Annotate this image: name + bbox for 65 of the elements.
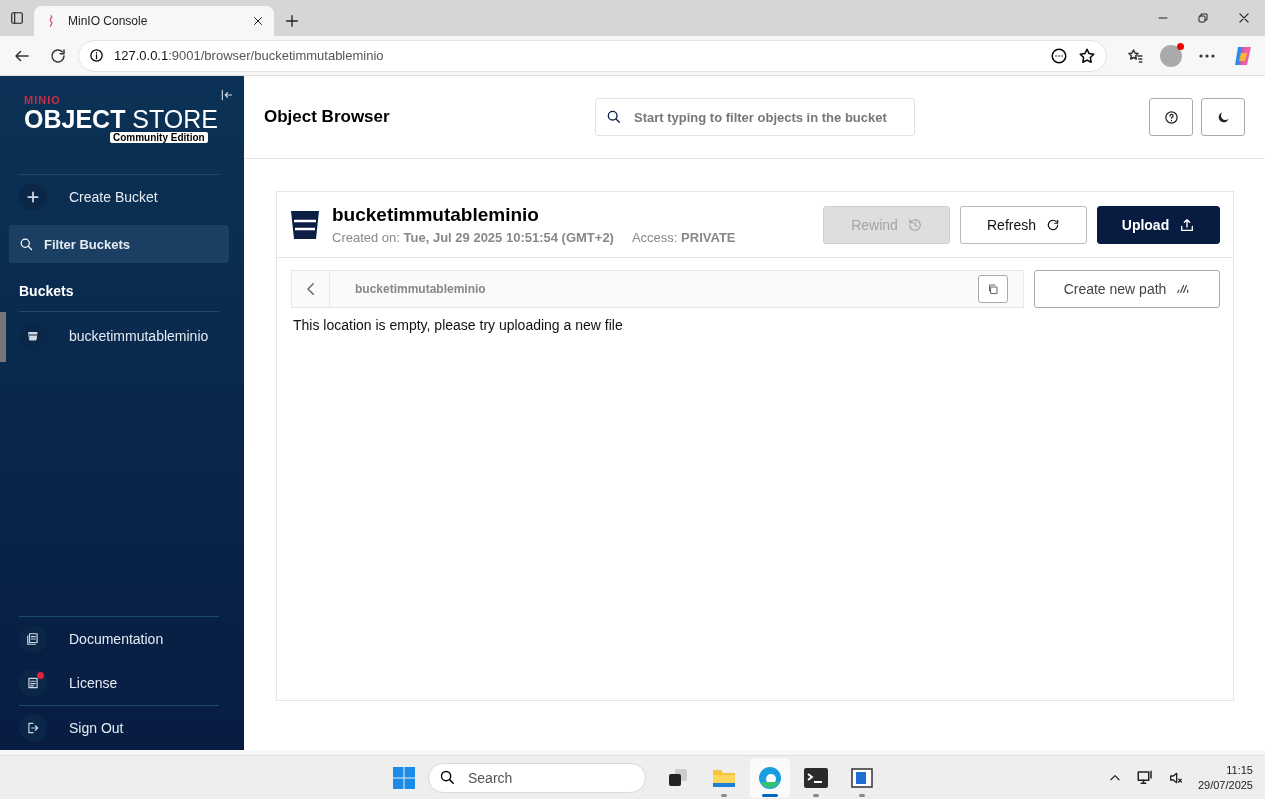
task-view-icon	[667, 766, 689, 789]
search-icon	[439, 769, 456, 786]
address-bar[interactable]: 127.0.0.1:9001/browser/bucketimmutableminio	[78, 39, 1107, 72]
plus-icon	[26, 190, 40, 204]
refresh-icon	[49, 46, 67, 65]
star-icon	[1078, 46, 1096, 65]
plus-icon	[284, 13, 300, 29]
info-icon	[89, 48, 104, 63]
copy-path-button[interactable]	[978, 275, 1008, 303]
copilot-icon	[1232, 44, 1254, 67]
avatar-icon	[1160, 44, 1182, 67]
tab-actions-icon	[10, 11, 24, 25]
help-icon	[1163, 109, 1179, 125]
search-icon	[19, 236, 34, 252]
refresh-button[interactable]: Refresh	[960, 205, 1087, 244]
sign-out-icon	[26, 721, 40, 735]
collapse-icon	[220, 88, 234, 102]
empty-message: This location is empty, please try uploading a new file	[292, 316, 624, 335]
filter-buckets-box[interactable]: Filter Buckets	[9, 225, 229, 263]
help-button[interactable]	[1149, 98, 1193, 136]
close-icon	[252, 15, 264, 27]
collapse-sidebar-button[interactable]	[220, 88, 234, 102]
clock-date: 29/07/2025	[1197, 777, 1253, 793]
edition-badge: Community Edition	[110, 132, 208, 143]
filter-buckets-field[interactable]: Filter Buckets	[42, 235, 212, 253]
clock-time: 11:15	[1226, 762, 1253, 778]
terminal-icon	[804, 767, 828, 788]
window-icon	[851, 767, 873, 788]
search-icon	[606, 109, 622, 125]
browser-icon	[758, 765, 782, 790]
more-icon	[1199, 53, 1215, 58]
create-bucket-button[interactable]: Create Bucket	[0, 175, 244, 219]
bucket-icon	[27, 330, 39, 342]
object-search-box[interactable]: Start typing to filter objects in the bucket	[595, 98, 915, 136]
product-name: OBJECT STORE	[24, 106, 220, 132]
bucket-item[interactable]: bucketimmutableminio	[0, 312, 244, 360]
copy-icon	[987, 283, 999, 295]
create-new-path-button[interactable]: Create new path	[1034, 270, 1220, 308]
sidebar-link[interactable]: Documentation	[0, 617, 244, 661]
bucket-title: bucketimmutableminio	[332, 204, 540, 226]
upload-icon	[1179, 216, 1196, 233]
access-level: Access: PRIVATE	[631, 230, 736, 245]
document-icon	[26, 632, 40, 646]
sidebar-link[interactable]: License	[0, 661, 244, 705]
page-title: Object Browser	[264, 107, 391, 127]
star-list-icon	[1126, 46, 1144, 65]
sidebar-link[interactable]: Sign Out	[0, 706, 244, 750]
brand-vendor: MINIO	[24, 94, 61, 106]
buckets-heading: Buckets	[18, 282, 75, 301]
network-icon	[1135, 768, 1154, 787]
browser-tab[interactable]: MinIO Console	[34, 6, 274, 36]
restore-icon	[1197, 12, 1209, 24]
taskbar-search-box[interactable]: Search	[428, 762, 646, 793]
windows-logo-icon[interactable]	[392, 765, 416, 790]
document-icon	[26, 676, 40, 690]
close-icon	[1237, 11, 1251, 25]
bucket-icon	[290, 208, 320, 241]
created-date: Created on: Tue, Jul 29 2025 10:51:54 (GMT+2)	[332, 230, 614, 245]
more-icon	[1050, 46, 1068, 65]
history-icon	[907, 217, 922, 232]
bucket-name: bucketimmutableminio	[69, 328, 209, 344]
new-path-icon	[1176, 282, 1191, 296]
upload-button[interactable]: Upload	[1097, 205, 1220, 244]
refresh-icon	[1046, 217, 1060, 232]
taskbar-search-field[interactable]: Search	[466, 768, 616, 787]
